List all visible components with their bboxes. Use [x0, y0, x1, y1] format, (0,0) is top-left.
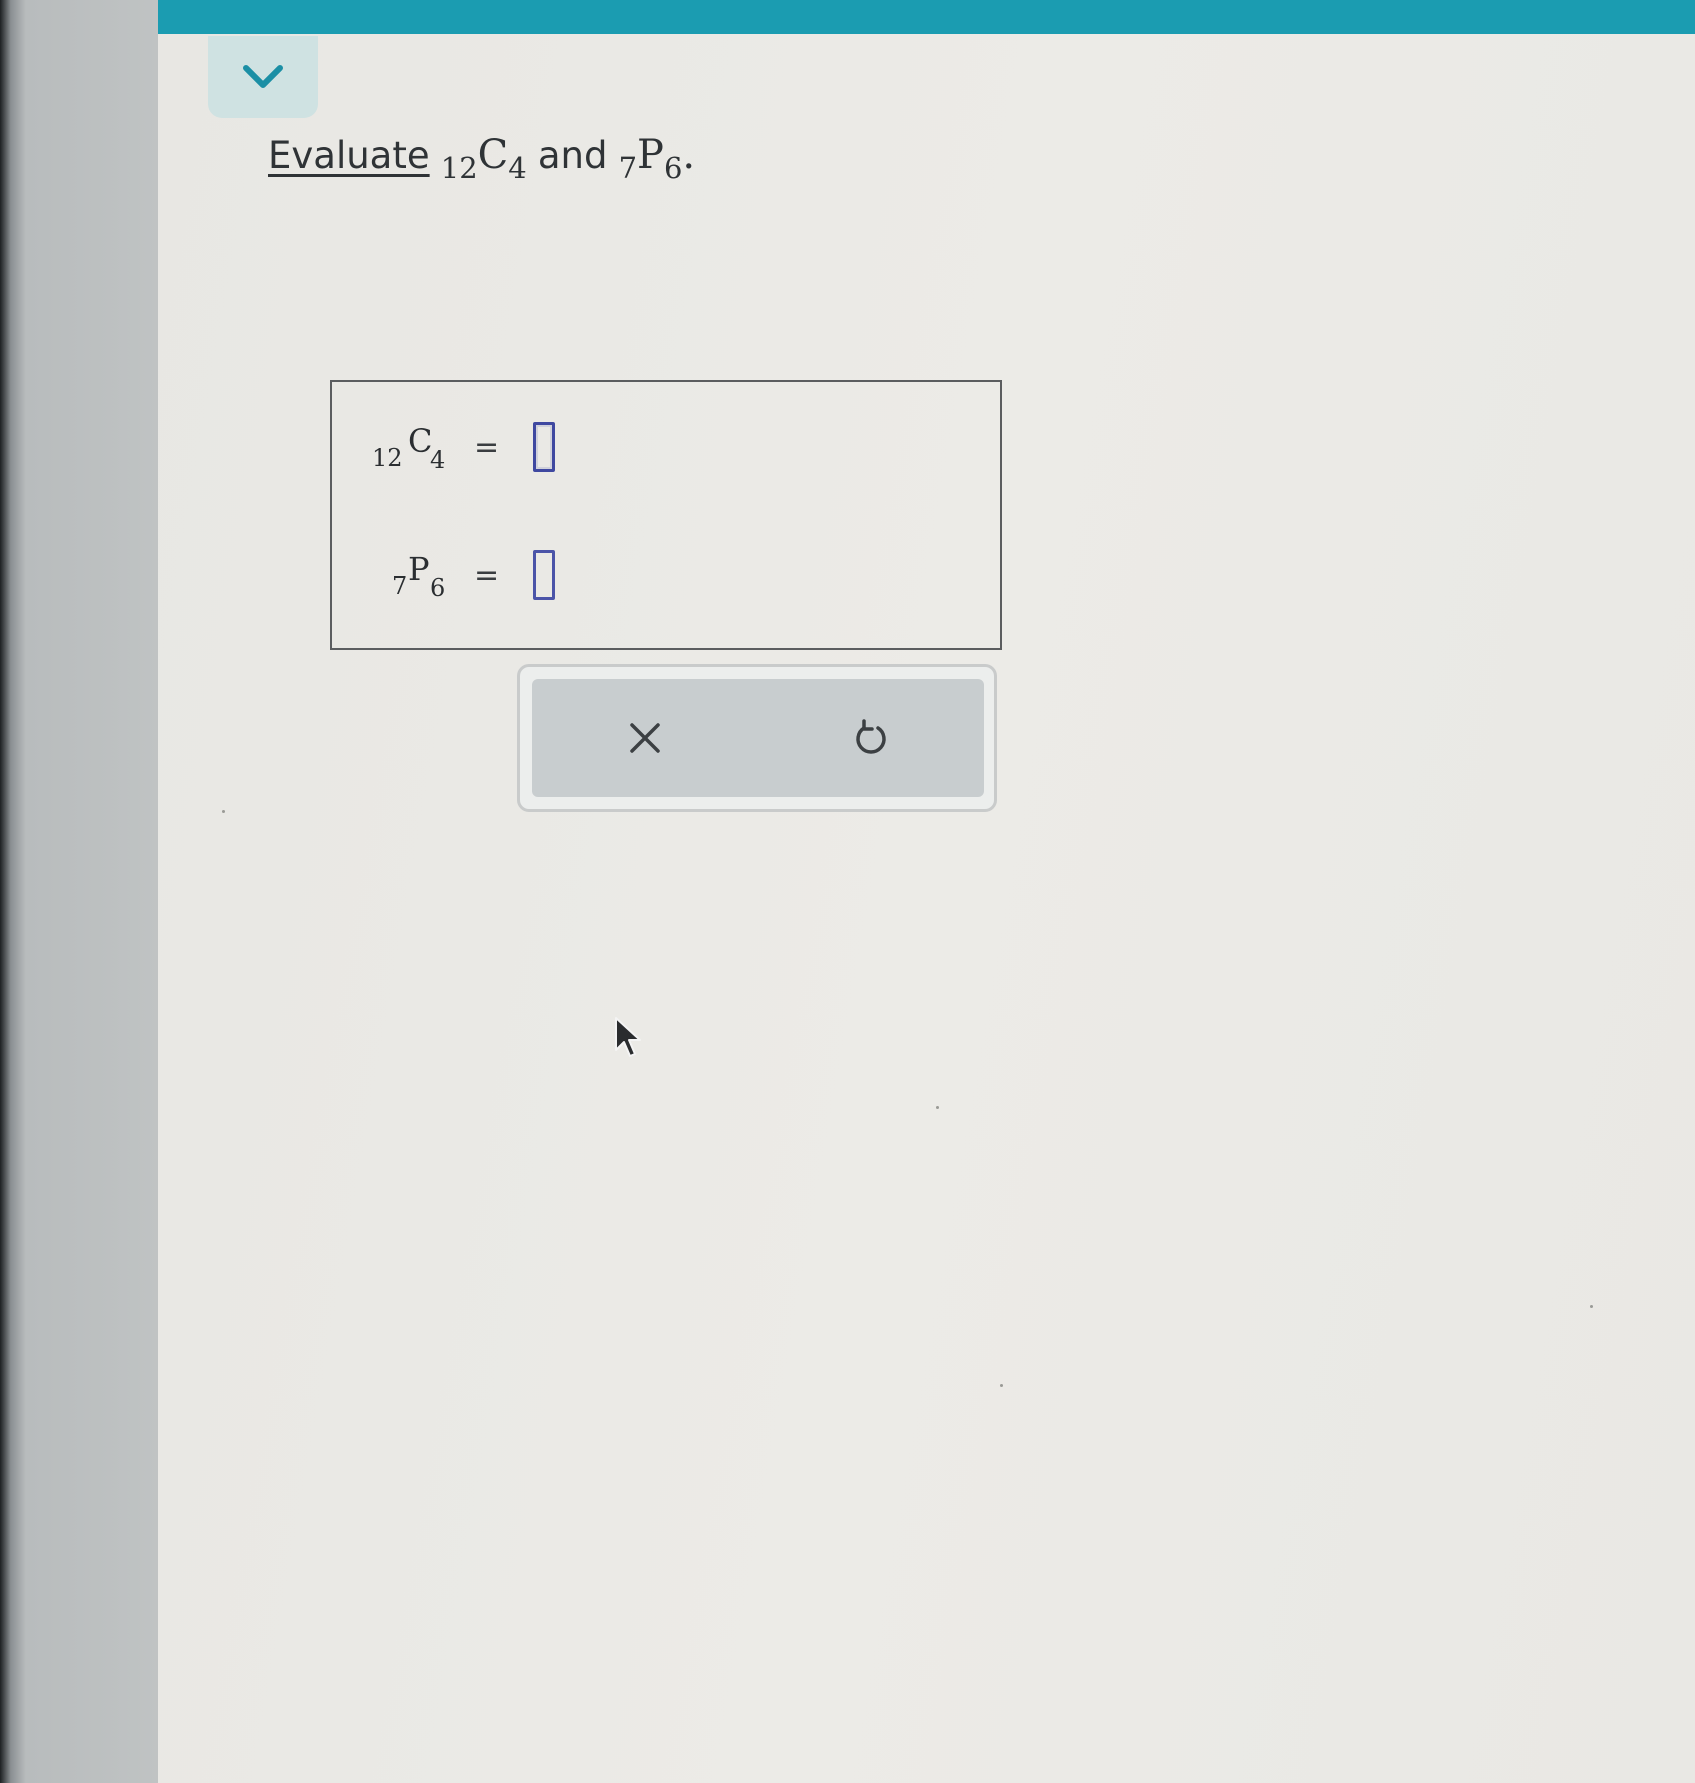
close-icon [630, 723, 660, 753]
chevron-down-icon [243, 65, 283, 88]
combination-answer-input[interactable] [533, 422, 556, 472]
answer-row-combination: 12 C 4 = [372, 412, 556, 482]
answer-panel: 12 C 4 = 7 P 6 = [330, 380, 1002, 650]
clear-button[interactable] [532, 679, 758, 797]
undo-button[interactable] [758, 679, 984, 797]
permutation-symbol: 7 P 6 [392, 550, 446, 602]
equals-sign: = [474, 557, 500, 593]
undo-icon [856, 719, 886, 754]
conjunction-text: and [537, 134, 608, 177]
equals-sign: = [474, 429, 500, 465]
question-text: Evaluate 12C4 and 7P6. [268, 132, 695, 185]
permutation-answer-input[interactable] [533, 550, 556, 600]
screen-speck [936, 1106, 939, 1109]
screen-speck [1000, 1384, 1003, 1387]
evaluate-link[interactable]: Evaluate [268, 134, 430, 177]
action-toolbar-inner [532, 679, 984, 797]
screen-speck [222, 810, 225, 813]
action-toolbar [517, 664, 997, 812]
permutation-term: 7P6. [618, 132, 696, 185]
screen-speck [1590, 1305, 1593, 1308]
combination-symbol: 12 C 4 [372, 422, 446, 474]
combination-term: 12C4 [440, 132, 527, 185]
answer-row-permutation: 7 P 6 = [372, 540, 556, 610]
mouse-cursor-icon [615, 1017, 641, 1057]
top-accent-bar [158, 0, 1695, 34]
page-background [158, 34, 1695, 1783]
collapse-toggle-button[interactable] [208, 36, 318, 118]
